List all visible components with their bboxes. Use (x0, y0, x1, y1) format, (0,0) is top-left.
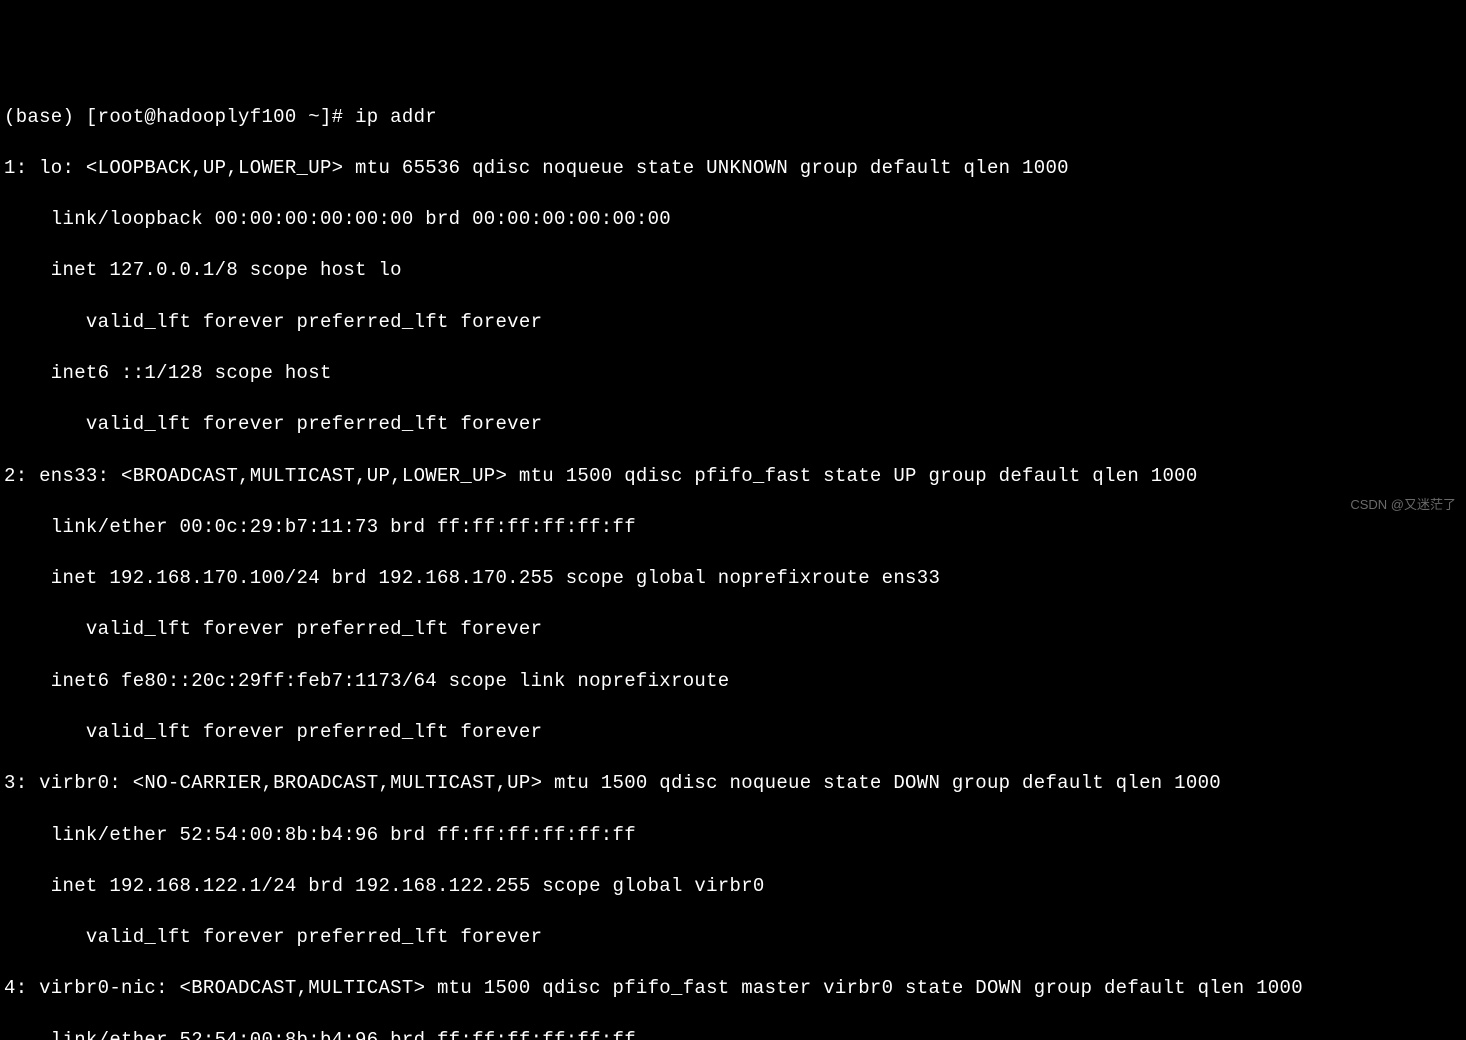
output-line: inet 127.0.0.1/8 scope host lo (4, 258, 1462, 284)
prompt-text: (base) [root@hadooplyf100 ~]# (4, 106, 355, 128)
output-line: valid_lft forever preferred_lft forever (4, 925, 1462, 951)
output-line: 1: lo: <LOOPBACK,UP,LOWER_UP> mtu 65536 … (4, 156, 1462, 182)
output-line: link/ether 52:54:00:8b:b4:96 brd ff:ff:f… (4, 823, 1462, 849)
output-line: link/ether 00:0c:29:b7:11:73 brd ff:ff:f… (4, 515, 1462, 541)
output-line: 3: virbr0: <NO-CARRIER,BROADCAST,MULTICA… (4, 771, 1462, 797)
output-line: valid_lft forever preferred_lft forever (4, 720, 1462, 746)
watermark-text: CSDN @又迷茫了 (1350, 496, 1456, 514)
output-line: link/ether 52:54:00:8b:b4:96 brd ff:ff:f… (4, 1028, 1462, 1040)
output-line: inet6 fe80::20c:29ff:feb7:1173/64 scope … (4, 669, 1462, 695)
output-line: 2: ens33: <BROADCAST,MULTICAST,UP,LOWER_… (4, 464, 1462, 490)
output-line: 4: virbr0-nic: <BROADCAST,MULTICAST> mtu… (4, 976, 1462, 1002)
output-line: inet 192.168.122.1/24 brd 192.168.122.25… (4, 874, 1462, 900)
command-text: ip addr (355, 106, 437, 128)
prompt-line-1[interactable]: (base) [root@hadooplyf100 ~]# ip addr (4, 105, 1462, 131)
output-line: link/loopback 00:00:00:00:00:00 brd 00:0… (4, 207, 1462, 233)
output-line: valid_lft forever preferred_lft forever (4, 310, 1462, 336)
output-line: valid_lft forever preferred_lft forever (4, 412, 1462, 438)
output-line: inet 192.168.170.100/24 brd 192.168.170.… (4, 566, 1462, 592)
output-line: inet6 ::1/128 scope host (4, 361, 1462, 387)
output-line: valid_lft forever preferred_lft forever (4, 617, 1462, 643)
